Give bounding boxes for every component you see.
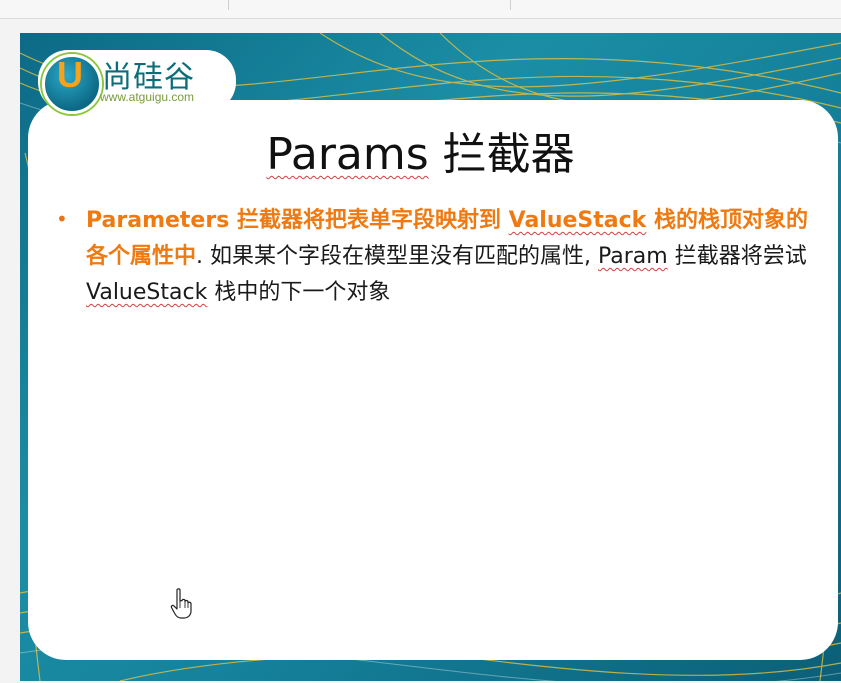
bullet-normal-term1: Param: [598, 244, 668, 269]
bullet-normal-part3: 栈中的下一个对象: [207, 280, 391, 305]
bullet-highlight-term: ValueStack: [508, 208, 647, 233]
title-main: Params: [266, 129, 429, 180]
strip-divider: [510, 0, 511, 10]
logo-letter: U: [57, 54, 83, 95]
bullet-normal-term2: ValueStack: [86, 280, 208, 305]
logo-url-text: www.atguigu.com: [100, 90, 195, 104]
bullet-text: Parameters 拦截器将把表单字段映射到 ValueStack 栈的栈顶对…: [86, 203, 821, 311]
hand-pointer-icon: [170, 588, 192, 619]
brand-logo: U 尚硅谷 www.atguigu.com: [38, 50, 236, 114]
window-top-strip: [0, 0, 841, 19]
strip-divider: [228, 0, 229, 10]
bullet-highlight-part1: Parameters 拦截器将把表单字段映射到: [86, 208, 509, 233]
title-suffix: 拦截器: [442, 129, 575, 180]
bullet-normal-part1: . 如果某个字段在模型里没有匹配的属性,: [196, 244, 598, 269]
bullet-dot-icon: •: [56, 207, 68, 231]
slide-title: Params 拦截器: [0, 118, 841, 182]
bullet-normal-part2: 拦截器将尝试: [667, 244, 807, 269]
slide-content-panel: [28, 100, 838, 660]
